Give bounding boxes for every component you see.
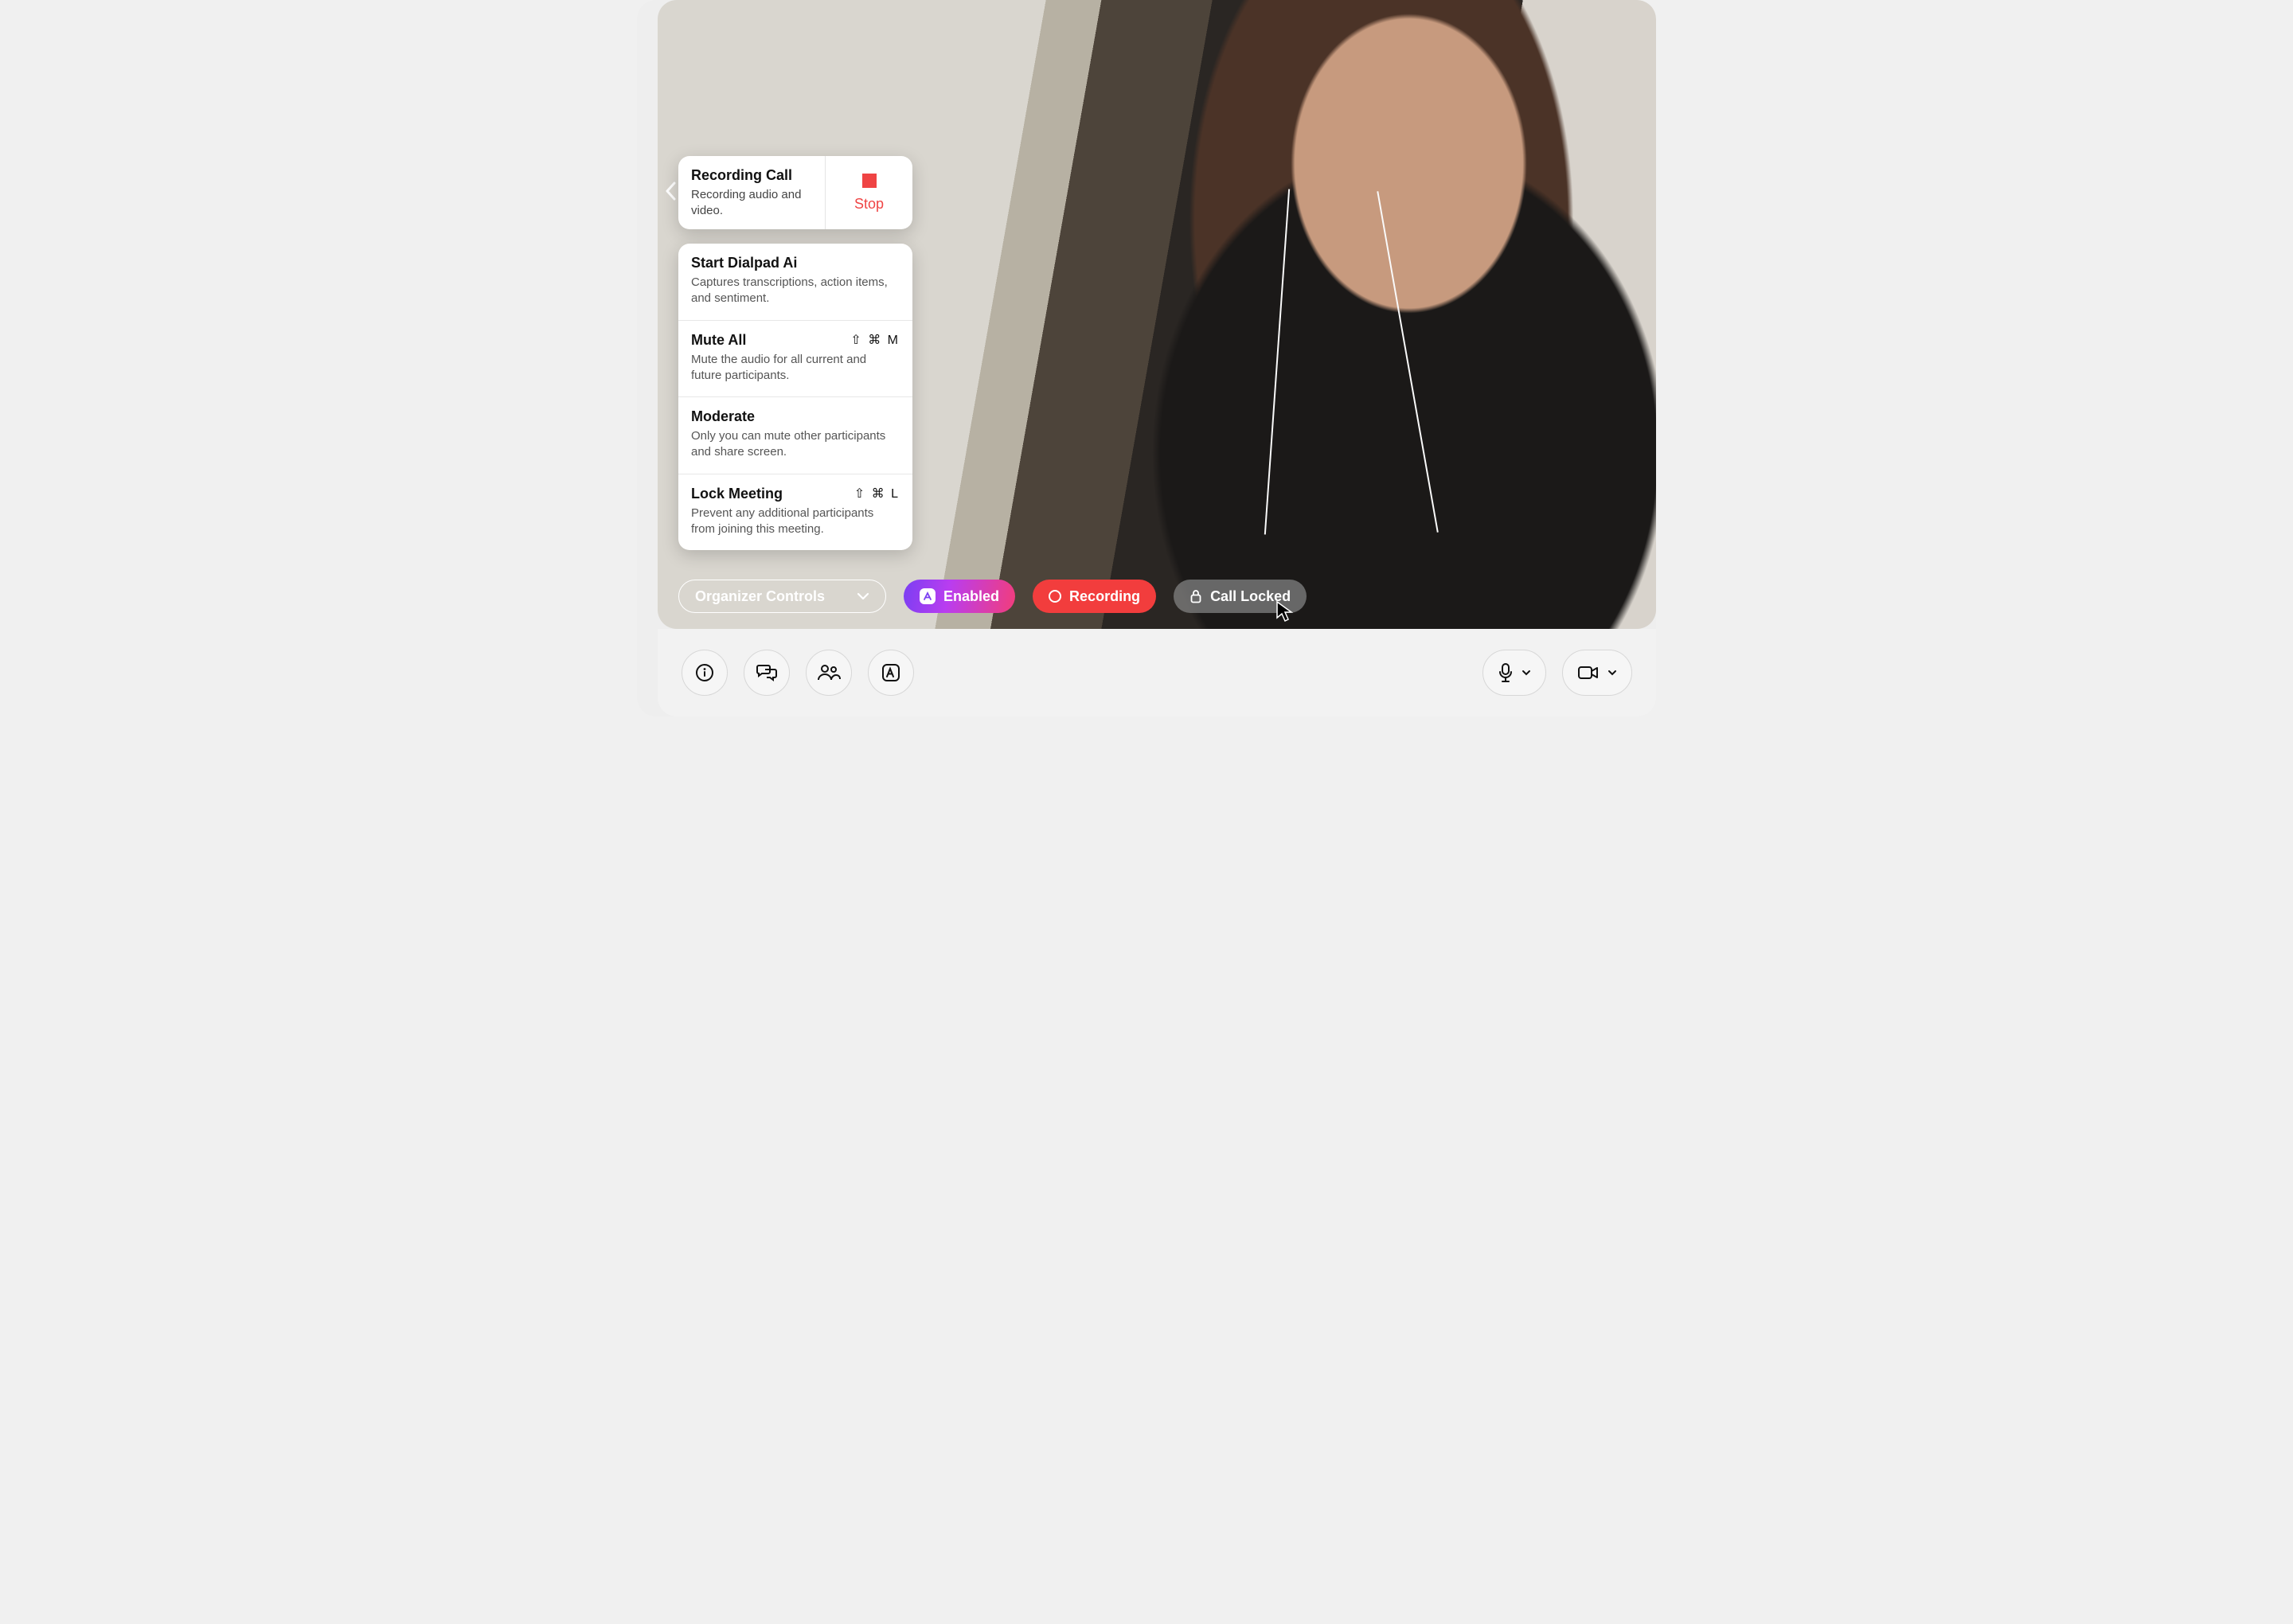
- status-pill-row: Organizer Controls Enabled Recording Cal…: [678, 580, 1307, 613]
- bottom-toolbar: [658, 629, 1656, 716]
- camera-icon: [1577, 665, 1600, 681]
- microphone-icon: [1498, 662, 1514, 683]
- toolbar-left-group: [682, 650, 914, 696]
- recording-description: Recording audio and video.: [691, 187, 814, 218]
- chat-icon: [756, 662, 778, 683]
- menu-item-title: Moderate: [691, 408, 755, 425]
- stop-recording-button[interactable]: Stop: [825, 156, 912, 229]
- chevron-down-icon: [857, 592, 869, 600]
- info-icon: [694, 662, 715, 683]
- stop-label: Stop: [854, 196, 884, 213]
- menu-item-shortcut: ⇧ ⌘ L: [854, 486, 900, 502]
- recording-pill[interactable]: Recording: [1033, 580, 1156, 613]
- menu-item-lock-meeting[interactable]: Lock Meeting ⇧ ⌘ L Prevent any additiona…: [678, 474, 912, 551]
- menu-item-moderate[interactable]: Moderate Only you can mute other partici…: [678, 397, 912, 474]
- ai-badge-icon: [920, 588, 936, 604]
- menu-item-start-ai[interactable]: Start Dialpad Ai Captures transcriptions…: [678, 244, 912, 321]
- ai-enabled-pill[interactable]: Enabled: [904, 580, 1015, 613]
- organizer-controls-menu: Start Dialpad Ai Captures transcriptions…: [678, 244, 912, 550]
- participant-portrait: [1107, 0, 1656, 629]
- stop-icon: [862, 174, 877, 188]
- call-locked-label: Call Locked: [1210, 588, 1291, 605]
- ai-panel-icon: [881, 662, 901, 683]
- recording-indicator-icon: [1049, 590, 1061, 603]
- lock-icon: [1189, 589, 1202, 603]
- toolbar-right-group: [1482, 650, 1632, 696]
- menu-item-description: Mute the audio for all current and futur…: [691, 352, 900, 385]
- chevron-left-icon: [665, 182, 676, 201]
- chevron-down-icon: [1522, 670, 1531, 676]
- chat-button[interactable]: [744, 650, 790, 696]
- organizer-controls-label: Organizer Controls: [695, 588, 825, 605]
- info-button[interactable]: [682, 650, 728, 696]
- menu-item-description: Prevent any additional participants from…: [691, 506, 900, 538]
- recording-title: Recording Call: [691, 167, 814, 184]
- video-call-window: Recording Call Recording audio and video…: [637, 0, 1656, 716]
- ai-enabled-label: Enabled: [943, 588, 999, 605]
- menu-item-mute-all[interactable]: Mute All ⇧ ⌘ M Mute the audio for all cu…: [678, 321, 912, 398]
- organizer-controls-dropdown[interactable]: Organizer Controls: [678, 580, 886, 613]
- participants-button[interactable]: [806, 650, 852, 696]
- microphone-control[interactable]: [1482, 650, 1546, 696]
- menu-item-description: Only you can mute other participants and…: [691, 428, 900, 461]
- menu-item-title: Mute All: [691, 332, 746, 349]
- menu-item-shortcut: ⇧ ⌘ M: [850, 332, 900, 348]
- recording-pill-label: Recording: [1069, 588, 1140, 605]
- recording-status-text: Recording Call Recording audio and video…: [678, 156, 825, 229]
- chevron-down-icon: [1607, 670, 1617, 676]
- people-icon: [817, 663, 841, 682]
- recording-status-card: Recording Call Recording audio and video…: [678, 156, 912, 229]
- menu-item-description: Captures transcriptions, action items, a…: [691, 275, 900, 307]
- camera-control[interactable]: [1562, 650, 1632, 696]
- menu-item-title: Start Dialpad Ai: [691, 255, 797, 271]
- ai-panel-button[interactable]: [868, 650, 914, 696]
- menu-item-title: Lock Meeting: [691, 486, 783, 502]
- call-locked-pill[interactable]: Call Locked: [1174, 580, 1307, 613]
